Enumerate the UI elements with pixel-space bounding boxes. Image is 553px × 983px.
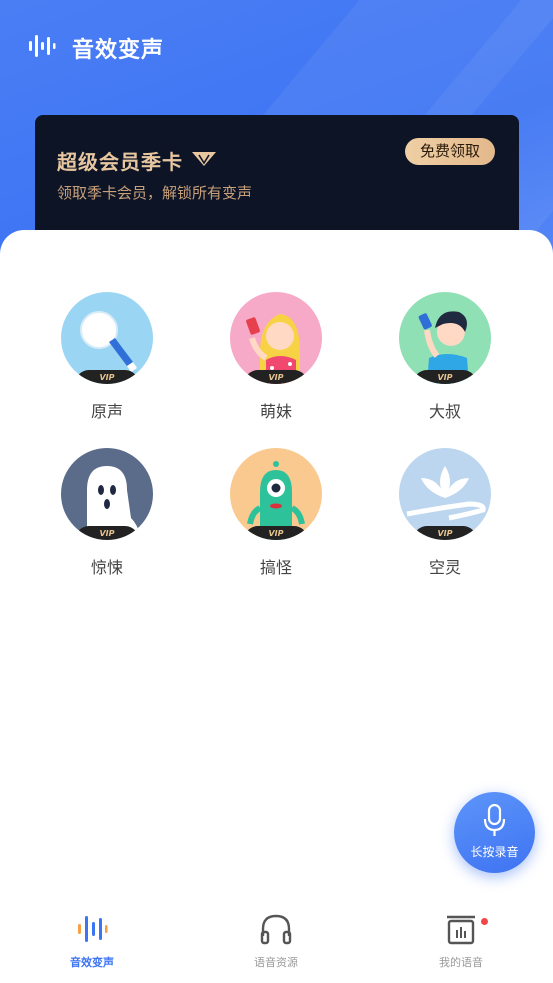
vip-badge: VIP [413,526,477,540]
free-claim-button[interactable]: 免费领取 [405,138,495,165]
effect-label: 萌妹 [259,402,292,421]
effect-uncle[interactable]: VIP 大叔 [390,292,500,422]
effect-label: 搞怪 [259,558,292,577]
effect-ethereal[interactable]: VIP 空灵 [390,448,500,578]
tab-sound-effects[interactable]: 音效变声 [22,912,162,970]
vip-badge: VIP [75,370,139,384]
record-button-label: 长按录音 [470,845,519,859]
headphones-icon [259,912,293,950]
effect-label: 空灵 [428,558,461,577]
man-icon: VIP [399,292,491,384]
microphone-icon: VIP [61,292,153,384]
effect-original[interactable]: VIP 原声 [52,292,162,422]
vip-badge: VIP [413,370,477,384]
girl-icon: VIP [230,292,322,384]
app-header: 音效变声 [28,28,164,68]
microphone-icon [483,803,506,842]
tab-label: 音效变声 [70,956,114,969]
effect-label: 原声 [90,402,123,421]
tab-label: 我的语音 [439,956,483,969]
tab-my-voice[interactable]: 我的语音 [391,912,531,970]
tab-voice-resources[interactable]: 语音资源 [206,912,346,970]
vip-badge: VIP [244,370,308,384]
vip-badge: VIP [244,526,308,540]
effect-thriller[interactable]: VIP 惊悚 [52,448,162,578]
notification-dot [481,918,488,925]
waveform-icon [75,912,109,950]
bottom-tab-bar: 音效变声 语音资源 我的语音 [0,900,553,983]
diamond-icon [191,151,217,171]
ghost-icon: VIP [61,448,153,540]
vip-card-subtitle: 领取季卡会员，解锁所有变声 [57,184,253,202]
effect-funny[interactable]: VIP 搞怪 [221,448,331,578]
tab-label: 语音资源 [254,956,298,969]
monster-icon: VIP [230,448,322,540]
hold-to-record-button[interactable]: 长按录音 [454,792,535,873]
vip-badge: VIP [75,526,139,540]
lotus-icon: VIP [399,448,491,540]
vip-card-title: 超级会员季卡 [57,150,183,174]
page-title: 音效变声 [72,38,165,63]
waveform-icon [28,32,56,64]
effect-label: 惊悚 [90,558,123,577]
effect-cute-girl[interactable]: VIP 萌妹 [221,292,331,422]
audio-box-icon [444,912,478,950]
effect-label: 大叔 [428,402,461,421]
